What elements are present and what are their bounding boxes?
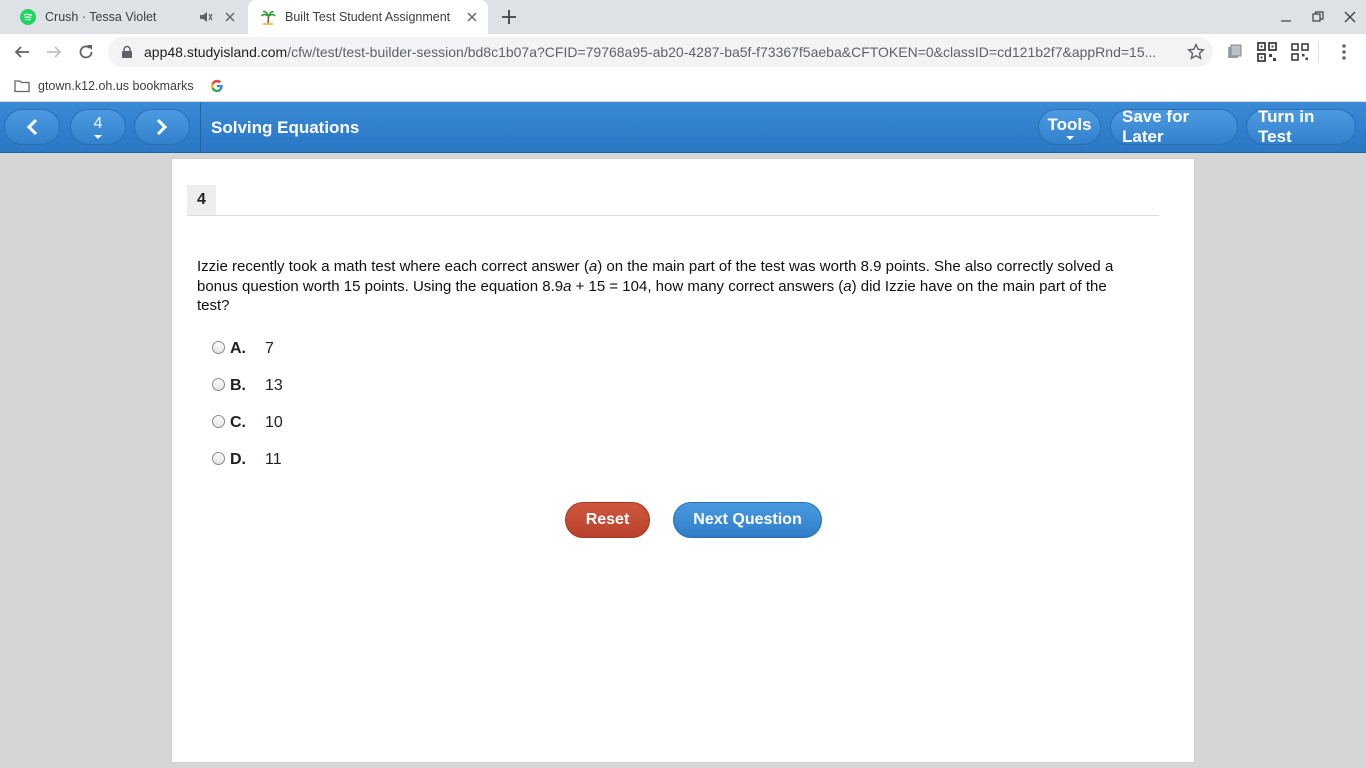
radio-button-d[interactable] [212,452,225,465]
question-text: Izzie recently took a math test where ea… [197,257,1127,316]
bookmark-google[interactable] [210,79,232,93]
question-text-part: Izzie recently took a math test where ea… [197,258,589,275]
new-tab-plus-icon[interactable] [498,6,520,28]
chevron-right-icon [156,118,168,136]
forward-arrow-icon[interactable] [40,38,68,66]
folder-icon [14,79,30,92]
answer-choice-c[interactable]: C. 10 [212,404,283,441]
choice-letter: A. [230,339,246,357]
choice-value: 11 [265,450,282,468]
question-number-bar: 4 [187,185,1159,216]
question-number-dropdown[interactable]: 4 [70,109,126,145]
close-tab-icon[interactable] [222,9,238,25]
close-window-icon[interactable] [1334,0,1366,34]
minimize-icon[interactable] [1270,0,1302,34]
chevron-left-icon [26,118,38,136]
assignment-title: Solving Equations [211,118,360,137]
choice-value: 7 [265,339,274,357]
tab-spotify[interactable]: Crush · Tessa Violet [8,0,246,34]
radio-button-a[interactable] [212,341,225,354]
url-path: /cfw/test/test-builder-session/bd8c1b07a… [287,44,1157,60]
caret-down-icon [1065,135,1074,140]
choice-letter: B. [230,376,246,394]
close-tab-icon[interactable] [464,9,480,25]
bookmark-folder-gtown[interactable]: gtown.k12.oh.us bookmarks [14,79,194,93]
spotify-icon [20,9,36,25]
chrome-menu-icon[interactable] [1334,42,1354,62]
url-host: app48.studyisland.com [144,44,288,60]
turn-in-test-button[interactable]: Turn in Test [1246,107,1356,146]
choice-letter: C. [230,413,246,431]
reload-icon[interactable] [72,38,100,66]
answer-choices: A. 7 B. 13 C. 10 D. 11 [212,330,283,478]
previous-question-button[interactable] [4,109,60,145]
url-text: app48.studyisland.com/cfw/test/test-buil… [144,44,1174,60]
reset-button[interactable]: Reset [565,502,650,538]
bookmark-label: gtown.k12.oh.us bookmarks [38,78,194,93]
tab-title: Built Test Student Assignment [285,10,451,24]
tools-button[interactable]: Tools [1038,109,1101,145]
choice-value: 13 [265,376,283,394]
question-number-badge: 4 [187,185,216,215]
toolbar-divider [1318,42,1319,62]
studyisland-palm-icon [260,10,276,25]
back-arrow-icon[interactable] [8,38,36,66]
address-bar[interactable]: app48.studyisland.com/cfw/test/test-buil… [108,37,1213,67]
next-question-button[interactable]: Next Question [673,502,822,538]
caret-down-icon [94,135,102,139]
answer-choice-b[interactable]: B. 13 [212,367,283,404]
answer-choice-a[interactable]: A. 7 [212,330,283,367]
bookmarks-bar: gtown.k12.oh.us bookmarks [0,70,1366,102]
bookmark-star-icon[interactable] [1187,43,1205,61]
question-card: 4 Izzie recently took a math test where … [171,158,1195,763]
qr-code-icon[interactable] [1257,42,1277,62]
mute-speaker-icon[interactable] [198,9,214,25]
choice-letter: D. [230,450,246,468]
header-divider [200,102,201,153]
choice-value: 10 [265,413,283,431]
tools-label: Tools [1047,114,1092,134]
tab-title: Crush · Tessa Violet [45,10,157,24]
restore-window-icon[interactable] [1302,0,1334,34]
save-for-later-button[interactable]: Save for Later [1110,107,1238,146]
radio-button-c[interactable] [212,415,225,428]
variable-a: a [843,277,852,295]
browser-tab-strip: Crush · Tessa Violet Built Test Student … [0,0,1366,34]
next-question-arrow-button[interactable] [134,109,190,145]
question-text-part: + 15 = 104, how many correct answers ( [571,277,844,295]
extension-copy-icon[interactable] [1224,42,1244,62]
tab-studyisland[interactable]: Built Test Student Assignment [248,0,488,34]
current-question-number: 4 [93,115,103,132]
radio-button-b[interactable] [212,378,225,391]
lock-icon[interactable] [120,45,134,59]
qr-scanner-icon[interactable] [1290,42,1310,62]
browser-toolbar: app48.studyisland.com/cfw/test/test-buil… [0,34,1366,70]
answer-choice-d[interactable]: D. 11 [212,441,283,478]
google-icon [210,79,223,92]
variable-a: a [588,258,598,275]
test-header-bar: 4 Solving Equations Tools Save for Later… [0,102,1366,153]
